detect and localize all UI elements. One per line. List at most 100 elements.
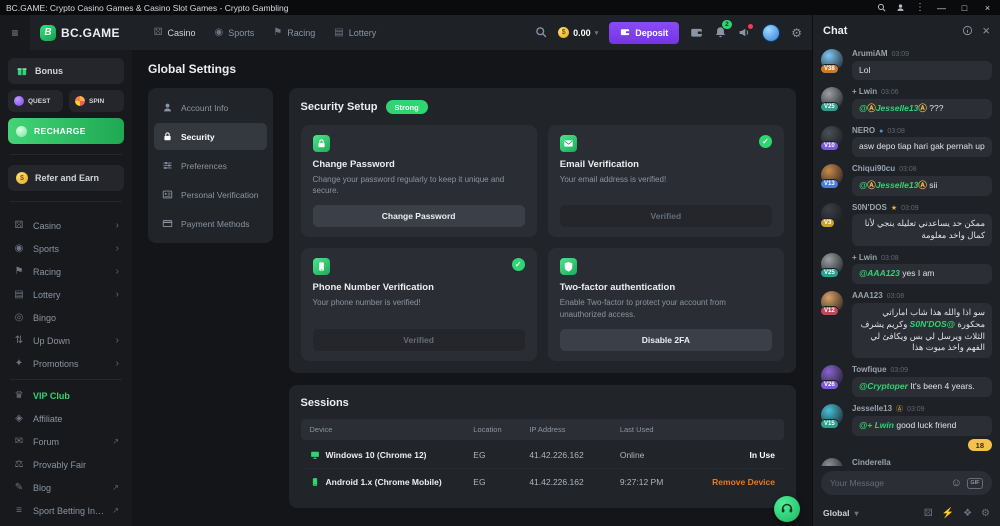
chat-avatar[interactable]: V15 (821, 404, 845, 451)
user-badge-icon: ★ (891, 204, 897, 212)
support-button[interactable] (774, 496, 800, 522)
brand-logo[interactable]: B BC.GAME (40, 25, 120, 41)
search-icon[interactable] (535, 26, 547, 40)
lock-icon (162, 131, 173, 142)
browser-menu-icon[interactable]: ⋮ (915, 3, 925, 13)
rules-icon[interactable]: ❖ (963, 508, 972, 519)
sidebar-item-bingo[interactable]: ◎Bingo (8, 306, 124, 329)
maximize-button[interactable]: □ (958, 3, 971, 13)
chat-close-icon[interactable]: × (982, 24, 990, 37)
sidebar-bonus-button[interactable]: Bonus (8, 58, 124, 84)
chat-username[interactable]: + Lwin (852, 87, 877, 96)
close-button[interactable]: × (981, 3, 994, 13)
chat-avatar[interactable]: V3 (821, 203, 845, 246)
verified-check-icon: ✓ (759, 135, 772, 148)
chat-mention[interactable]: @+ Lwin (859, 420, 894, 430)
chat-avatar[interactable]: V13 (821, 164, 845, 195)
wallet-button[interactable] (690, 26, 703, 39)
topnav-link-sports[interactable]: ◉Sports (215, 27, 255, 38)
chat-username[interactable]: Chiqui90cu (852, 164, 895, 173)
chat-message-input[interactable] (830, 478, 946, 488)
spin-button[interactable]: SPIN (69, 90, 124, 112)
settings-tab-personal-verification[interactable]: Personal Verification (154, 181, 267, 208)
card-title: Phone Number Verification (313, 282, 525, 293)
sidebar-item-affiliate[interactable]: ◈Affiliate (8, 407, 124, 430)
sidebar-item-blog[interactable]: ✎Blog↗ (8, 476, 124, 499)
games-icon[interactable]: ⚄ (924, 508, 933, 519)
chat-username[interactable]: ArumiAM (852, 49, 888, 58)
chat-username[interactable]: + Lwin (852, 253, 877, 262)
topnav-link-lottery[interactable]: ▤Lottery (334, 27, 376, 38)
sidebar-item-up-down[interactable]: ⇅Up Down› (8, 329, 124, 352)
chat-username[interactable]: Jesselle13 (852, 404, 892, 413)
sidebar-item-racing[interactable]: ⚑Racing› (8, 260, 124, 283)
chat-username[interactable]: S0N'DOS (852, 203, 887, 212)
sidebar-item-promotions[interactable]: ✦Promotions› (8, 352, 124, 375)
chat-avatar[interactable]: V25 (821, 253, 845, 284)
settings-tab-account-info[interactable]: Account Info (154, 94, 267, 121)
chat-message-head: Chiqui90cu03:08 (852, 164, 992, 173)
session-ip: 41.42.226.162 (529, 477, 620, 487)
chat-mention[interactable]: Jesselle13 (876, 180, 919, 190)
sessions-col-header: Location (473, 425, 529, 434)
doc-icon: ≡ (13, 505, 25, 516)
chat-avatar[interactable]: V25 (821, 87, 845, 118)
refer-and-earn-button[interactable]: $ Refer and Earn (8, 165, 124, 191)
chat-username[interactable]: AAA123 (852, 291, 883, 300)
remove-device-button[interactable]: Remove Device (693, 477, 775, 487)
tip-badge: 18 (968, 439, 992, 451)
sidebar-item-sports[interactable]: ◉Sports› (8, 237, 124, 260)
emoji-icon[interactable]: ☺ (951, 477, 962, 489)
topnav-link-casino[interactable]: ⚄Casino (154, 27, 196, 38)
chat-username[interactable]: Cinderella (852, 458, 891, 466)
info-icon[interactable] (962, 25, 973, 36)
change-password-button[interactable]: Change Password (313, 205, 525, 227)
announcements-button[interactable] (738, 26, 751, 39)
settings-gear-icon[interactable]: ⚙ (791, 26, 802, 40)
chat-timestamp: 03:09 (891, 367, 909, 374)
sidebar-item-lottery[interactable]: ▤Lottery› (8, 283, 124, 306)
disable-2fa-button[interactable]: Disable 2FA (560, 329, 772, 351)
minimize-button[interactable]: — (935, 3, 948, 13)
chat-username[interactable]: NERO (852, 126, 875, 135)
chat-mention[interactable]: Jesselle13 (876, 103, 919, 113)
chat-avatar[interactable]: V38 (821, 49, 845, 80)
chat-room-selector[interactable]: Global ▾ (823, 508, 858, 518)
deposit-button[interactable]: Deposit (609, 22, 679, 44)
chat-avatar[interactable] (821, 458, 845, 466)
settings-tab-security[interactable]: Security (154, 123, 267, 150)
search-icon[interactable] (877, 3, 886, 12)
sidebar-item-provably-fair[interactable]: ⚖Provably Fair (8, 453, 124, 476)
sidebar-item-forum[interactable]: ✉Forum↗ (8, 430, 124, 453)
chat-message: V10NERO●03:08asw depo tiap hari gak pern… (821, 126, 992, 157)
verified-button[interactable]: Verified (313, 329, 525, 351)
user-avatar[interactable] (762, 24, 780, 42)
balance-selector[interactable]: $ 0.00 ▾ (558, 27, 598, 38)
settings-tab-payment-methods[interactable]: Payment Methods (154, 210, 267, 237)
chat-settings-icon[interactable]: ⚙ (981, 508, 990, 519)
chat-mention[interactable]: @S0N'DOS (910, 319, 955, 329)
sidebar-toggle-button[interactable]: ≡ (0, 15, 30, 50)
verified-button[interactable]: Verified (560, 205, 772, 227)
gif-button[interactable]: GIF (967, 478, 983, 489)
quest-button[interactable]: QUEST (8, 90, 63, 112)
profile-icon[interactable] (896, 3, 905, 12)
recharge-button[interactable]: RECHARGE (8, 118, 124, 144)
sidebar-item-sport-betting-insig[interactable]: ≡Sport Betting Insig...↗ (8, 499, 124, 522)
level-badge: V25 (820, 102, 839, 112)
topnav-link-racing[interactable]: ⚑Racing (273, 27, 315, 38)
settings-tab-preferences[interactable]: Preferences (154, 152, 267, 179)
chat-avatar[interactable]: V26 (821, 365, 845, 396)
notifications-button[interactable]: 2 (714, 26, 727, 39)
sidebar-item-label: Promotions (33, 359, 108, 369)
rain-icon[interactable]: ⚡ (942, 508, 954, 519)
chat-mention[interactable]: @AAA123 (859, 268, 900, 278)
sidebar-item-vip-club[interactable]: ♛VIP Club (8, 384, 124, 407)
sidebar-item-casino[interactable]: ⚄Casino› (8, 214, 124, 237)
settings-nav: Account InfoSecurityPreferencesPersonal … (148, 88, 273, 243)
chat-avatar[interactable]: V10 (821, 126, 845, 157)
chat-mention[interactable]: @Cryptoper (859, 381, 908, 391)
card-description: Change your password regularly to keep i… (313, 174, 525, 196)
chat-username[interactable]: Towfique (852, 365, 887, 374)
chat-avatar[interactable]: V12 (821, 291, 845, 358)
